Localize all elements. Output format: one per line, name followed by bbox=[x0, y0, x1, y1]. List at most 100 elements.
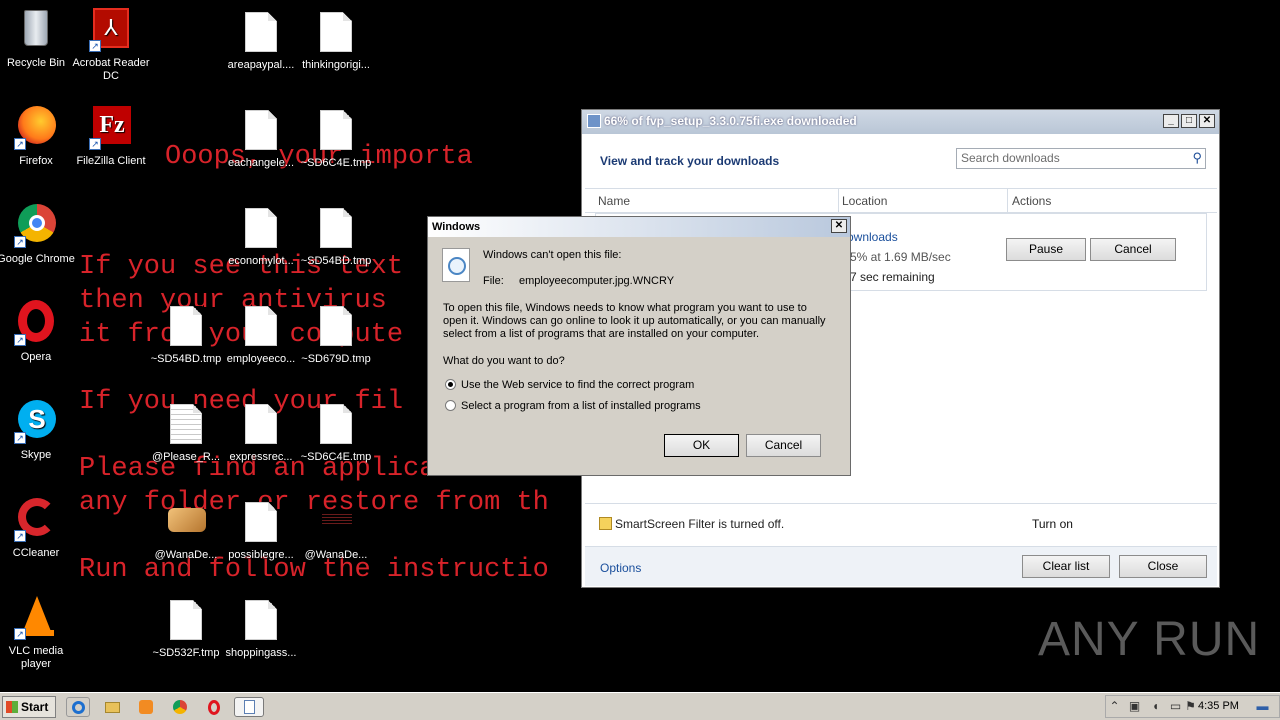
file-icon bbox=[312, 106, 360, 154]
file-icon bbox=[312, 204, 360, 252]
ie-icon[interactable] bbox=[66, 697, 90, 717]
desktop-icon-label: VLC media player bbox=[8, 645, 64, 670]
shortcut-arrow-icon: ↗ bbox=[89, 40, 101, 52]
network-icon[interactable]: ▣ bbox=[1128, 700, 1141, 713]
desktop-icon-firefox[interactable]: ↗ Firefox bbox=[0, 104, 76, 168]
desktop-icon-recycle-bin[interactable]: Recycle Bin bbox=[0, 6, 76, 70]
desktop-icon-acrobat[interactable]: ⅄ ↗ Acrobat Reader DC bbox=[71, 6, 151, 83]
desktop-file-expressrec[interactable]: expressrec... bbox=[221, 400, 301, 464]
action-center-flag-icon[interactable]: ⚑ bbox=[1184, 700, 1197, 713]
desktop-file-wanadecryptor[interactable]: @WanaDe... bbox=[146, 498, 226, 562]
desktop-icon-skype[interactable]: S ↗ Skype bbox=[0, 398, 76, 462]
file-icon bbox=[312, 302, 360, 350]
option-installed-programs[interactable]: Select a program from a list of installe… bbox=[445, 400, 701, 413]
desktop-icon-label: @Please_R... bbox=[151, 451, 221, 463]
maximize-button[interactable]: □ bbox=[1181, 114, 1197, 128]
dialog-titlebar[interactable]: Windows ✕ bbox=[428, 217, 850, 237]
file-icon bbox=[237, 8, 285, 56]
acrobat-icon: ⅄ ↗ bbox=[87, 6, 135, 54]
desktop-file-areapaypal[interactable]: areapaypal.... bbox=[221, 8, 301, 72]
dialog-question: What do you want to do? bbox=[443, 355, 565, 367]
file-icon bbox=[162, 302, 210, 350]
turn-on-link[interactable]: Turn on bbox=[1032, 517, 1073, 531]
search-downloads-input[interactable]: Search downloads ⚲ bbox=[956, 148, 1206, 169]
show-desktop-button[interactable]: ▬ bbox=[1256, 700, 1269, 713]
desktop-icon-label: Acrobat Reader DC bbox=[72, 57, 150, 82]
desktop-file-eachangele[interactable]: eachangele... bbox=[221, 106, 301, 170]
smartscreen-notice: SmartScreen Filter is turned off. bbox=[599, 517, 784, 531]
desktop-icon-label: ~SD679D.tmp bbox=[301, 353, 371, 365]
download-footer: SmartScreen Filter is turned off. Turn o… bbox=[585, 503, 1217, 586]
desktop-icon-filezilla[interactable]: Fz ↗ FileZilla Client bbox=[71, 104, 151, 168]
notepad-icon[interactable] bbox=[234, 697, 264, 717]
clock[interactable]: 4:35 PM bbox=[1198, 700, 1239, 712]
desktop-icon-chrome[interactable]: ↗ Google Chrome bbox=[0, 202, 76, 266]
desktop-icon-ccleaner[interactable]: ↗ CCleaner bbox=[0, 496, 76, 560]
desktop-icon-label: FileZilla Client bbox=[76, 155, 146, 167]
desktop-icon-vlc[interactable]: ↗ VLC media player bbox=[0, 594, 76, 671]
desktop-icon-label: Opera bbox=[20, 351, 52, 363]
desktop-icon-opera[interactable]: ↗ Opera bbox=[0, 300, 76, 364]
desktop-file-sd6c4e-2[interactable]: ~SD6C4E.tmp bbox=[296, 400, 376, 464]
pause-button[interactable]: Pause bbox=[1006, 238, 1086, 261]
dialog-file-label: File: bbox=[483, 275, 504, 287]
volume-icon[interactable]: ◖ bbox=[1149, 700, 1162, 713]
cancel-button[interactable]: Cancel bbox=[746, 434, 821, 457]
download-location-link[interactable]: ownloads bbox=[847, 230, 898, 244]
desktop-file-wanadecryptor-bmp[interactable]: @WanaDe... bbox=[296, 498, 376, 562]
desktop-file-thinkingorigi[interactable]: thinkingorigi... bbox=[296, 8, 376, 72]
shortcut-arrow-icon: ↗ bbox=[14, 432, 26, 444]
shortcut-arrow-icon: ↗ bbox=[14, 628, 26, 640]
desktop-icon-label: areapaypal.... bbox=[227, 59, 295, 71]
desktop-file-possiblegre[interactable]: possiblegre... bbox=[221, 498, 301, 562]
file-icon bbox=[237, 498, 285, 546]
radio-installed-programs[interactable] bbox=[445, 400, 456, 411]
desktop-file-sd679d[interactable]: ~SD679D.tmp bbox=[296, 302, 376, 366]
desktop-file-sd6c4e[interactable]: ~SD6C4E.tmp bbox=[296, 106, 376, 170]
dialog-close-button[interactable]: ✕ bbox=[831, 219, 847, 233]
option-web-service[interactable]: Use the Web service to find the correct … bbox=[445, 379, 694, 392]
minimize-button[interactable]: _ bbox=[1163, 114, 1179, 128]
desktop-file-sd54bd-2[interactable]: ~SD54BD.tmp bbox=[146, 302, 226, 366]
cancel-download-button[interactable]: Cancel bbox=[1090, 238, 1176, 261]
desktop-file-shoppingass[interactable]: shoppingass... bbox=[221, 596, 301, 660]
desktop-icon-label: expressrec... bbox=[229, 451, 293, 463]
skype-icon: S ↗ bbox=[12, 398, 60, 446]
desktop-icon-label: ~SD6C4E.tmp bbox=[300, 451, 372, 463]
radio-web-service[interactable] bbox=[445, 379, 456, 390]
desktop-icon-label: employeeco... bbox=[226, 353, 296, 365]
power-icon[interactable]: ▭ bbox=[1169, 700, 1182, 713]
taskbar: Start ⌃ ▣ ◖ ▭ ⚑ 4:35 PM ▬ bbox=[0, 692, 1280, 720]
desktop-icon-label: economylot... bbox=[228, 255, 294, 267]
desktop-file-economylot[interactable]: economylot... bbox=[221, 204, 301, 268]
download-window-titlebar[interactable]: 66% of fvp_setup_3.3.0.75fi.exe download… bbox=[582, 110, 1219, 134]
explorer-icon[interactable] bbox=[100, 697, 124, 717]
opera-icon: ↗ bbox=[12, 300, 60, 348]
dialog-para-line-1: To open this file, Windows needs to know… bbox=[443, 302, 807, 314]
file-icon bbox=[237, 400, 285, 448]
media-player-icon[interactable] bbox=[134, 697, 158, 717]
desktop-icon-label: Firefox bbox=[19, 155, 53, 167]
open-with-dialog: Windows ✕ Windows can't open this file: … bbox=[427, 216, 851, 476]
column-location[interactable]: Location bbox=[842, 194, 887, 208]
clear-list-button[interactable]: Clear list bbox=[1022, 555, 1110, 578]
desktop-icon-label: thinkingorigi... bbox=[302, 59, 370, 71]
desktop-file-sd54bd[interactable]: ~SD54BD.tmp bbox=[296, 204, 376, 268]
column-name[interactable]: Name bbox=[598, 194, 630, 208]
desktop-file-employeeco[interactable]: employeeco... bbox=[221, 302, 301, 366]
close-button[interactable]: Close bbox=[1119, 555, 1207, 578]
desktop-file-please-read[interactable]: @Please_R... bbox=[146, 400, 226, 464]
show-hidden-icons-button[interactable]: ⌃ bbox=[1108, 700, 1121, 713]
options-link[interactable]: Options bbox=[600, 561, 641, 575]
ok-button[interactable]: OK bbox=[664, 434, 739, 457]
search-icon[interactable]: ⚲ bbox=[1192, 150, 1202, 166]
column-actions[interactable]: Actions bbox=[1012, 194, 1051, 208]
close-window-button[interactable]: ✕ bbox=[1199, 114, 1215, 128]
start-button[interactable]: Start bbox=[2, 696, 56, 718]
download-window-title: 66% of fvp_setup_3.3.0.75fi.exe download… bbox=[604, 114, 857, 128]
opera-icon[interactable] bbox=[202, 697, 226, 717]
chrome-icon[interactable] bbox=[168, 697, 192, 717]
desktop-file-sd532f[interactable]: ~SD532F.tmp bbox=[146, 596, 226, 660]
desktop-icon-label: ~SD532F.tmp bbox=[152, 647, 220, 659]
wallpaper-file-icon bbox=[312, 498, 360, 546]
